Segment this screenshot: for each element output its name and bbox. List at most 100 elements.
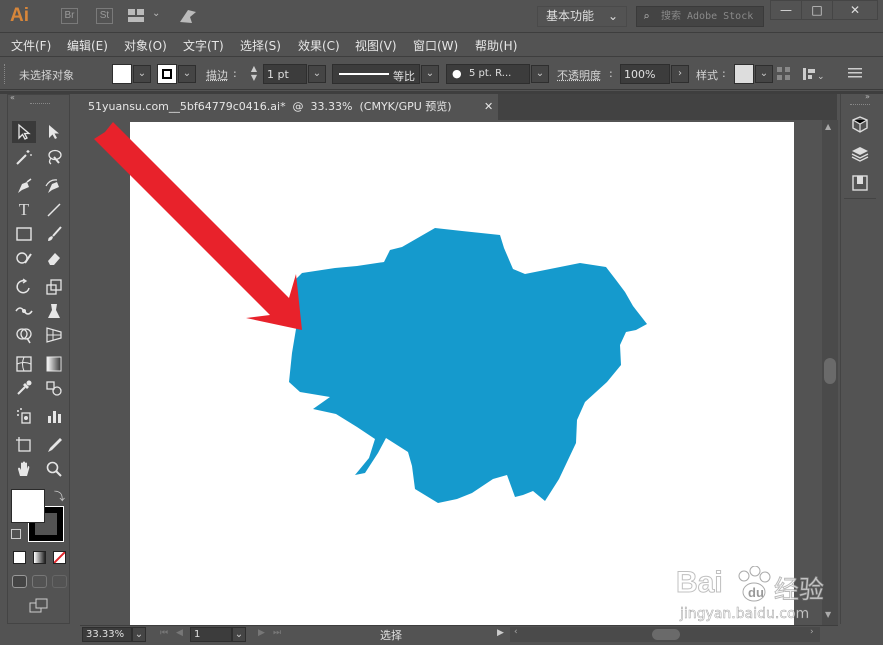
width-icon[interactable] [12,300,36,322]
symbol-sprayer-icon[interactable] [12,405,36,427]
draw-normal-icon[interactable] [12,575,27,588]
arrange-documents-icon[interactable] [128,9,146,23]
status-menu-arrow[interactable]: ▶ [497,628,504,638]
first-artboard-button[interactable]: ⏮ [160,628,168,638]
stroke-weight-stepper[interactable]: ▲ ▼ [246,64,262,84]
curvature-icon[interactable] [42,176,66,198]
opacity-field[interactable]: 100% [620,64,670,84]
gpu-performance-icon[interactable] [178,7,198,28]
scroll-up-arrow[interactable]: ▲ [825,122,831,131]
document-tab[interactable]: 51yuansu.com__5bf64779c0416.ai* @ 33.33%… [80,94,498,120]
scroll-left-arrow[interactable]: ‹ [514,627,518,637]
selection-tool-icon[interactable] [12,121,36,143]
lasso-icon[interactable] [42,146,66,168]
menu-window[interactable]: 窗口(W) [413,37,458,54]
fill-swatch[interactable] [112,64,132,84]
type-icon[interactable]: T [12,199,36,221]
menu-object[interactable]: 对象(O) [124,37,167,54]
next-artboard-button[interactable]: ▶ [258,628,265,638]
pen-icon[interactable] [12,176,36,198]
magic-wand-icon[interactable] [12,146,36,168]
properties-icon[interactable] [851,116,869,137]
direct-selection-tool-icon[interactable] [42,121,66,143]
slice-icon[interactable] [42,434,66,456]
graph-icon[interactable] [42,405,66,427]
horizontal-scroll-thumb[interactable] [652,629,680,640]
stroke-profile-dropdown[interactable]: ⌄ [421,65,439,83]
mesh-icon[interactable] [12,353,36,375]
scale-icon[interactable] [42,276,66,298]
minimize-button[interactable]: — [770,0,802,20]
artboard-number-field[interactable]: 1 [190,627,232,642]
gradient-mode-button[interactable] [33,551,46,564]
grip-handle[interactable] [850,104,870,107]
menu-view[interactable]: 视图(V) [355,37,397,54]
eraser-icon[interactable] [42,247,66,269]
draw-inside-icon[interactable] [52,575,67,588]
brush-dropdown[interactable]: ⌄ [531,65,549,83]
stroke-dropdown[interactable]: ⌄ [178,65,196,83]
paintbrush-icon[interactable] [42,223,66,245]
close-button[interactable]: ✕ [832,0,878,20]
last-artboard-button[interactable]: ⏭ [273,628,281,638]
recolor-artwork-icon[interactable] [776,66,792,85]
zoom-icon[interactable] [42,458,66,480]
rectangle-icon[interactable] [12,223,36,245]
opacity-label[interactable]: 不透明度 [557,67,601,83]
stroke-label[interactable]: 描边 [206,67,228,83]
horizontal-scrollbar[interactable]: ‹ › [510,627,820,642]
scroll-right-arrow[interactable]: › [810,627,814,637]
default-fill-stroke-icon[interactable] [11,529,21,539]
blue-map-shape[interactable] [289,228,647,503]
swap-fill-stroke-icon[interactable]: ⤵ [54,488,65,504]
tab-close-button[interactable]: ✕ [484,94,498,120]
collapse-arrows-icon[interactable]: « [10,93,15,102]
shape-builder-icon[interactable] [12,324,36,346]
zoom-dropdown[interactable]: ⌄ [132,627,146,642]
perspective-icon[interactable] [42,324,66,346]
menu-file[interactable]: 文件(F) [11,37,51,54]
grip-handle[interactable] [30,103,50,106]
graphic-style-dropdown[interactable]: ⌄ [755,65,773,83]
draw-behind-icon[interactable] [32,575,47,588]
rotate-icon[interactable] [12,276,36,298]
align-icon[interactable]: ⌄ [802,66,825,85]
graphic-style-swatch[interactable] [734,64,754,84]
artboard-dropdown[interactable]: ⌄ [232,627,246,642]
grip-handle[interactable] [4,64,7,84]
stroke-weight-field[interactable]: 1 pt [263,64,307,84]
shaper-icon[interactable] [12,247,36,269]
previous-artboard-button[interactable]: ◀ [176,628,183,638]
vertical-scrollbar[interactable]: ▲ ▼ [822,120,838,625]
stock-search-input[interactable]: ⌕ 搜索 Adobe Stock [636,6,764,27]
menu-edit[interactable]: 编辑(E) [67,37,108,54]
bridge-button[interactable]: Br [61,8,78,24]
artboard-tool-icon[interactable] [12,434,36,456]
vertical-scroll-thumb[interactable] [824,358,836,384]
line-icon[interactable] [42,199,66,221]
chevron-down-icon[interactable]: ⌄ [152,8,160,19]
menu-select[interactable]: 选择(S) [240,37,281,54]
blend-icon[interactable] [42,377,66,399]
stock-button[interactable]: St [96,8,113,24]
layers-icon[interactable] [851,145,869,166]
menu-type[interactable]: 文字(T) [183,37,224,54]
gradient-icon[interactable] [42,353,66,375]
opacity-slider-toggle[interactable]: › [671,65,689,83]
maximize-button[interactable]: □ [801,0,833,20]
panel-menu-icon[interactable] [848,67,862,82]
canvas[interactable] [80,120,822,625]
puppet-warp-icon[interactable] [42,300,66,322]
menu-effect[interactable]: 效果(C) [298,37,340,54]
hand-icon[interactable] [12,458,36,480]
libraries-icon[interactable] [851,174,869,195]
eyedropper-icon[interactable] [12,377,36,399]
workspace-switcher[interactable]: 基本功能 ⌄ [537,6,627,27]
menu-help[interactable]: 帮助(H) [475,37,517,54]
stroke-swatch[interactable] [157,64,177,84]
none-mode-button[interactable] [53,551,66,564]
stroke-profile-select[interactable]: 等比 [332,64,420,84]
color-mode-button[interactable] [13,551,26,564]
fill-dropdown[interactable]: ⌄ [133,65,151,83]
stroke-weight-dropdown[interactable]: ⌄ [308,65,326,83]
